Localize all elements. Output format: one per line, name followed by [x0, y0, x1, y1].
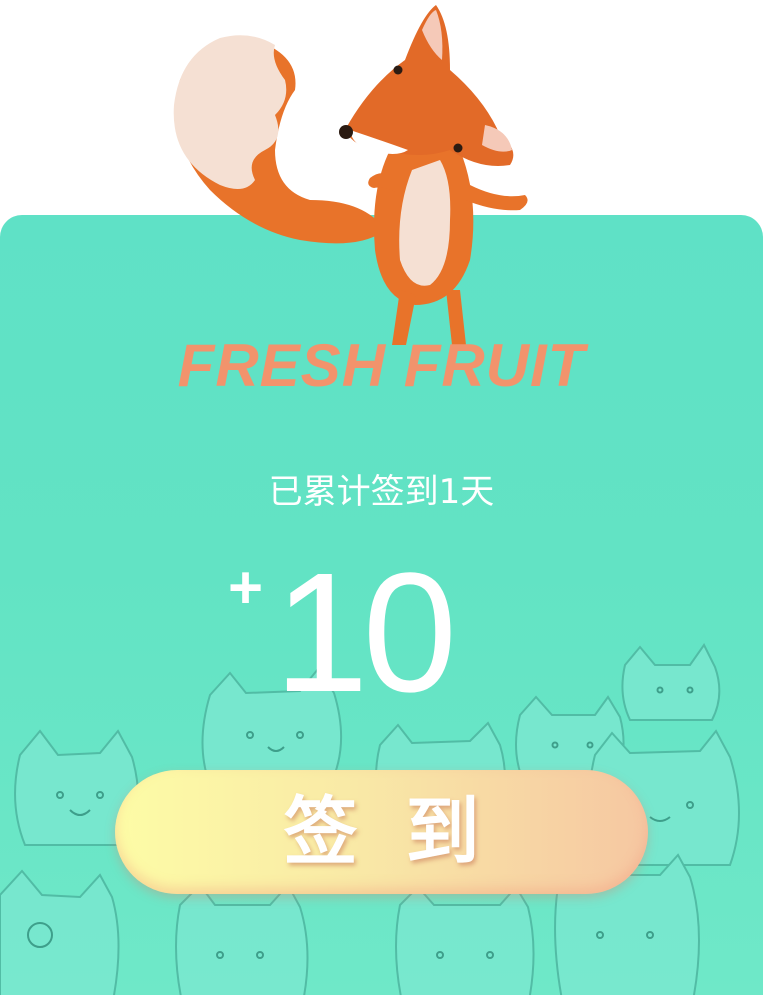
fox-icon	[173, 5, 528, 345]
points-reward: + 10	[228, 548, 548, 718]
points-value: 10	[274, 538, 457, 728]
checkin-button[interactable]: 签到	[115, 770, 648, 894]
slogan-text: FRESH FRUIT	[177, 332, 586, 399]
points-plus-sign: +	[228, 554, 264, 621]
checkin-button-label: 签到	[283, 789, 528, 875]
checkin-status-text: 已累计签到1天	[268, 472, 495, 512]
